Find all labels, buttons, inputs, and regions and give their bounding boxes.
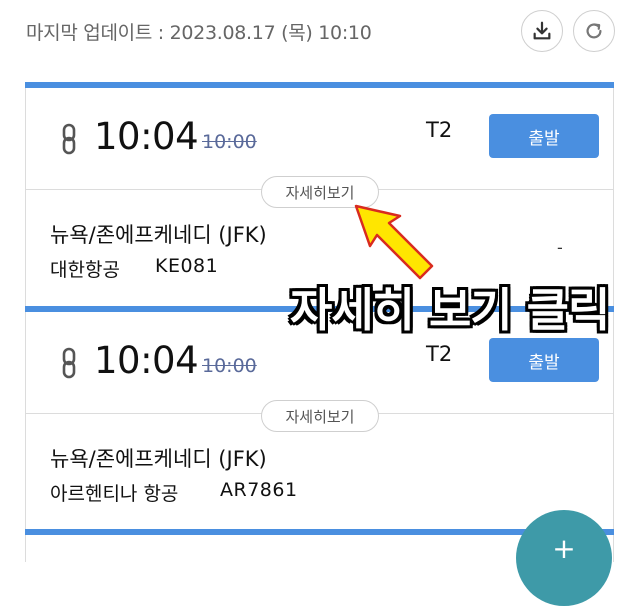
download-icon: [533, 21, 551, 40]
airline-name: 아르헨티나 항공: [50, 483, 179, 505]
refresh-button[interactable]: [573, 10, 615, 52]
scheduled-time: 10:00: [202, 355, 257, 377]
flight-number: AR7861: [220, 479, 298, 501]
annotation-text: 자세히 보기 클릭: [290, 283, 610, 337]
terminal: T2: [426, 342, 453, 366]
detail-button[interactable]: 자세히보기: [261, 400, 379, 432]
detail-button[interactable]: 자세히보기: [261, 176, 379, 208]
departure-time: 10:04: [94, 115, 199, 158]
terminal: T2: [426, 118, 453, 142]
extra-value: -: [557, 238, 563, 257]
refresh-icon: [586, 23, 602, 39]
scheduled-time: 10:00: [202, 131, 257, 153]
codeshare-link-icon: [62, 347, 76, 379]
airline-name: 대한항공: [50, 259, 120, 281]
codeshare-link-icon: [62, 123, 76, 155]
download-button[interactable]: [521, 10, 563, 52]
status-badge[interactable]: 출발: [489, 114, 599, 158]
status-badge[interactable]: 출발: [489, 338, 599, 382]
header: 마지막 업데이트 : 2023.08.17 (목) 10:10: [0, 0, 640, 62]
last-update-label: 마지막 업데이트 : 2023.08.17 (목) 10:10: [26, 22, 372, 44]
flight-number: KE081: [155, 255, 219, 277]
destination: 뉴욕/존에프케네디 (JFK): [50, 223, 267, 247]
destination: 뉴욕/존에프케네디 (JFK): [50, 447, 267, 471]
plus-icon: +: [552, 532, 576, 565]
departure-time: 10:04: [94, 339, 199, 382]
flight-card: 10:04 10:00 T2 출발 자세히보기 뉴욕/존에프케네디 (JFK) …: [25, 306, 614, 536]
flight-row: 10:04 10:00 T2 출발: [26, 88, 613, 188]
add-fab-button[interactable]: +: [516, 510, 612, 606]
